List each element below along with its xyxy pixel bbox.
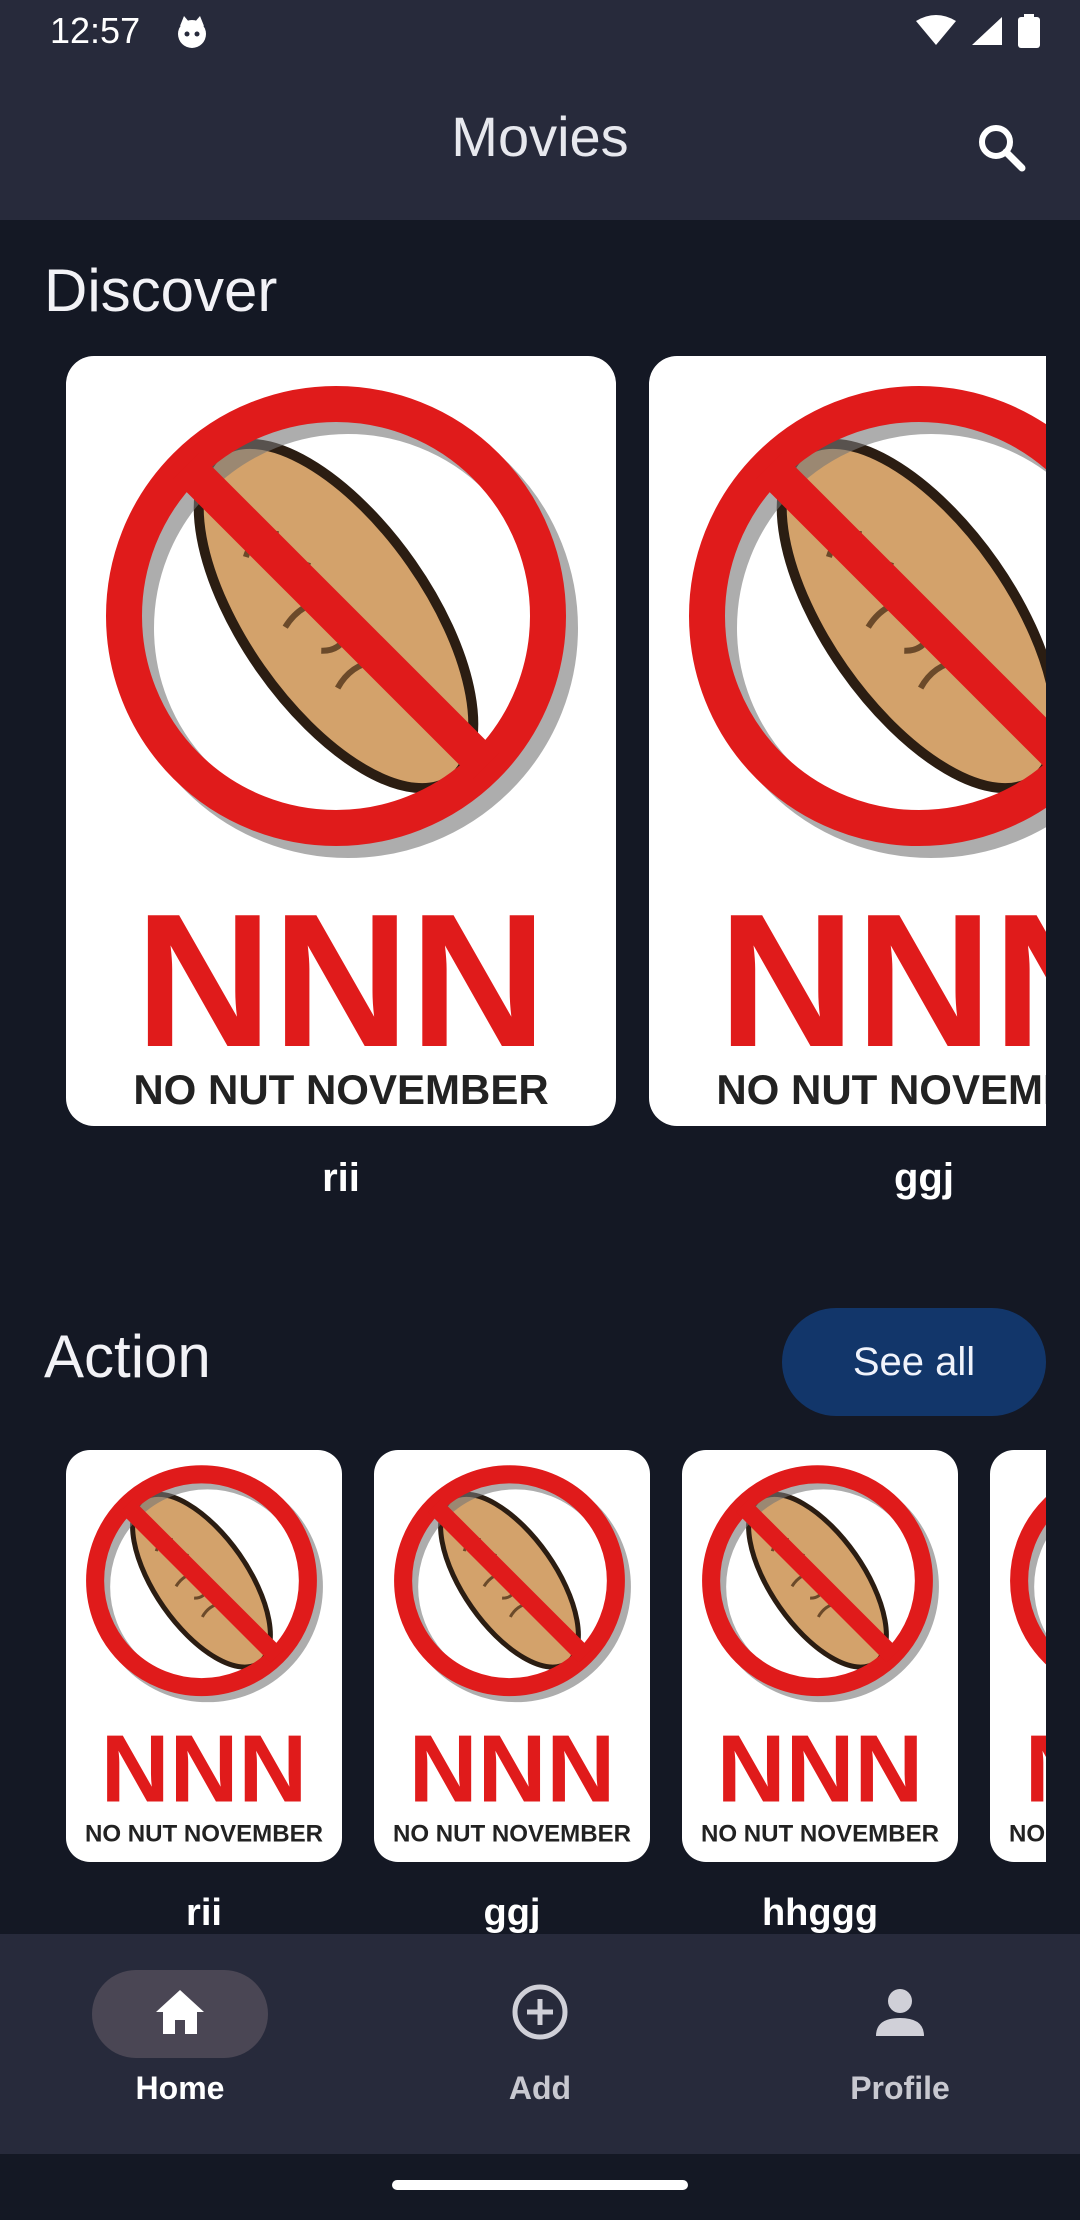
wifi-icon xyxy=(916,15,956,52)
poster-title: NNN xyxy=(409,1717,616,1823)
poster-subtitle: NO NUT NOVEMBER xyxy=(1009,1821,1046,1848)
poster-title: NNN xyxy=(718,875,1046,1087)
poster-subtitle: NO NUT NOVEMBER xyxy=(393,1821,631,1848)
person-icon xyxy=(874,1986,926,2043)
add-circle-icon xyxy=(510,1982,570,2047)
poster-title: NNN xyxy=(717,1717,924,1823)
movie-poster: NNN NO NUT NOVEMBER xyxy=(374,1450,650,1862)
search-icon xyxy=(975,121,1027,178)
nav-home[interactable]: Home xyxy=(50,1970,310,2107)
movie-title: rii xyxy=(322,1156,360,1200)
movie-poster: NNN NO NUT NOVEMBER xyxy=(66,356,616,1126)
movie-poster: NNN NO NUT NOVEMBER xyxy=(682,1450,958,1862)
action-carousel[interactable]: NNN NO NUT NOVEMBER rii NNN NO NUT NOVEM… xyxy=(66,1450,1046,1935)
discover-carousel[interactable]: NNN NO NUT NOVEMBER rii NNN NO NUT NOVEM… xyxy=(66,356,1046,1256)
nav-home-indicator xyxy=(92,1970,268,2058)
movie-title: ggj xyxy=(483,1892,541,1934)
page-title: Movies xyxy=(451,105,629,168)
poster-title: NNN xyxy=(135,875,547,1087)
signal-icon xyxy=(970,15,1004,52)
action-title: Action xyxy=(44,1323,211,1390)
movie-title: rii xyxy=(186,1892,222,1934)
movie-title: hhggg xyxy=(761,1892,879,1934)
movie-card[interactable]: NNN NO NUT NOVEMBER rii xyxy=(66,1450,342,1935)
poster-subtitle: NO NUT NOVEMBER xyxy=(133,1066,548,1113)
nav-add[interactable]: Add xyxy=(410,1970,670,2107)
movie-poster: NNN NO NUT NOVEMBER xyxy=(990,1450,1046,1862)
poster-subtitle: NO NUT NOVEMBER xyxy=(85,1821,323,1848)
app-bar: Movies xyxy=(0,66,1080,220)
nav-profile-indicator xyxy=(812,1970,988,2058)
see-all-button[interactable]: See all xyxy=(782,1308,1046,1416)
main-content[interactable]: Discover NNN NO NUT NOVEMBER rii NNN NO … xyxy=(0,220,1080,1935)
movie-card[interactable]: NNN NO NUT NOVEMBER rii xyxy=(66,356,616,1201)
bottom-navigation: Home Add Profile xyxy=(0,1934,1080,2154)
movie-card[interactable]: NNN NO NUT NOVEMBER hhggg xyxy=(682,1450,958,1935)
nav-add-label: Add xyxy=(508,2070,572,2106)
poster-title: NNN xyxy=(1025,1717,1046,1823)
battery-icon xyxy=(1018,14,1040,53)
home-icon xyxy=(154,1988,206,2041)
cat-face-icon xyxy=(174,14,210,50)
nav-home-label: Home xyxy=(135,2070,225,2106)
movie-card[interactable]: NNN NO NUT NOVEMBER ggj xyxy=(374,1450,650,1935)
movie-poster: NNN NO NUT NOVEMBER xyxy=(649,356,1046,1126)
poster-subtitle: NO NUT NOVEMBER xyxy=(716,1066,1046,1113)
gesture-handle[interactable] xyxy=(392,2180,688,2190)
status-time: 12:57 xyxy=(50,10,141,51)
search-button[interactable] xyxy=(966,114,1036,184)
status-bar: 12:57 xyxy=(0,0,1080,66)
nav-add-indicator xyxy=(452,1970,628,2058)
poster-title: NNN xyxy=(101,1717,308,1823)
movie-card[interactable]: NNN NO NUT NOVEMBER xyxy=(990,1450,1046,1892)
movie-poster: NNN NO NUT NOVEMBER xyxy=(66,1450,342,1862)
nav-profile-label: Profile xyxy=(850,2070,950,2106)
movie-title: ggj xyxy=(894,1156,954,1200)
poster-subtitle: NO NUT NOVEMBER xyxy=(701,1821,939,1848)
movie-card[interactable]: NNN NO NUT NOVEMBER ggj xyxy=(649,356,1046,1201)
nav-profile[interactable]: Profile xyxy=(770,1970,1030,2107)
discover-title: Discover xyxy=(44,257,278,324)
